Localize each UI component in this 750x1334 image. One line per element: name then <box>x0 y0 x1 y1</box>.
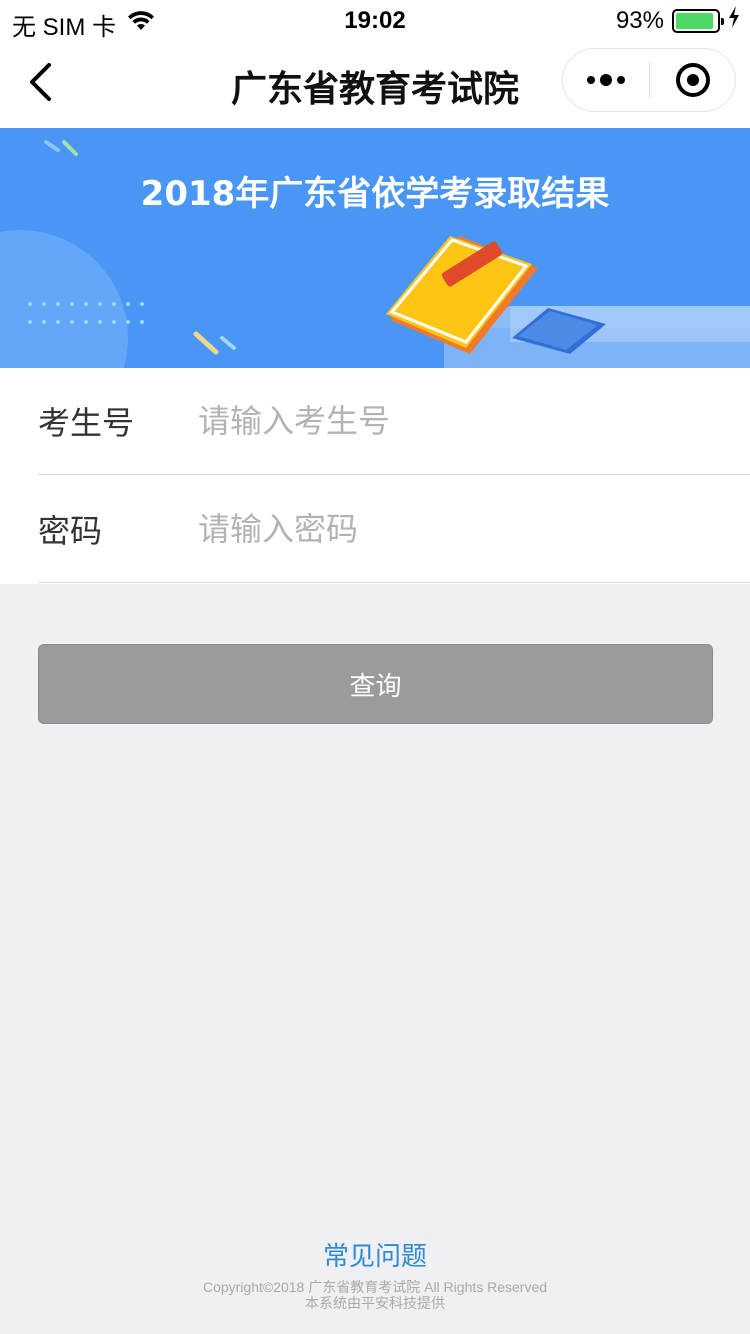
exam-number-input[interactable] <box>198 402 750 440</box>
target-circle-icon <box>675 63 710 97</box>
close-mini-program-button[interactable] <box>650 49 735 111</box>
battery-fill <box>676 12 714 29</box>
password-input[interactable] <box>198 510 750 548</box>
copyright-line-2: 本系统由平安科技提供 <box>305 1295 445 1311</box>
query-button[interactable]: 查询 <box>38 644 713 724</box>
copyright-line-1: Copyright©2018 广东省教育考试院 All Rights Reser… <box>202 1279 548 1295</box>
password-label: 密码 <box>38 512 103 550</box>
charging-icon <box>728 6 740 35</box>
target-circle-dot <box>686 74 699 86</box>
status-bar: 无 SIM 卡 19:02 93% <box>0 0 750 41</box>
more-dots-icon-right <box>617 76 625 84</box>
status-right: 93% <box>616 6 740 35</box>
login-form: 考生号 密码 <box>0 368 750 584</box>
exam-number-label: 考生号 <box>38 404 135 442</box>
banner: 2018年广东省依学考录取结果 <box>0 128 750 368</box>
faq-link[interactable]: 常见问题 <box>0 1236 750 1273</box>
battery-icon <box>672 8 724 33</box>
mini-program-capsule <box>562 48 736 112</box>
nav-bar: 广东省教育考试院 <box>0 40 750 128</box>
exam-number-row: 考生号 <box>38 368 750 475</box>
battery-percent: 93% <box>615 6 664 34</box>
copyright-text: Copyright©2018 广东省教育考试院 All Rights Reser… <box>0 1279 750 1311</box>
password-row: 密码 <box>38 476 750 583</box>
banner-title: 2018年广东省依学考录取结果 <box>140 174 610 214</box>
banner-illustration <box>0 140 750 368</box>
more-button[interactable] <box>563 49 649 111</box>
more-dots-icon-center <box>600 74 612 86</box>
more-dots-icon <box>587 76 595 84</box>
